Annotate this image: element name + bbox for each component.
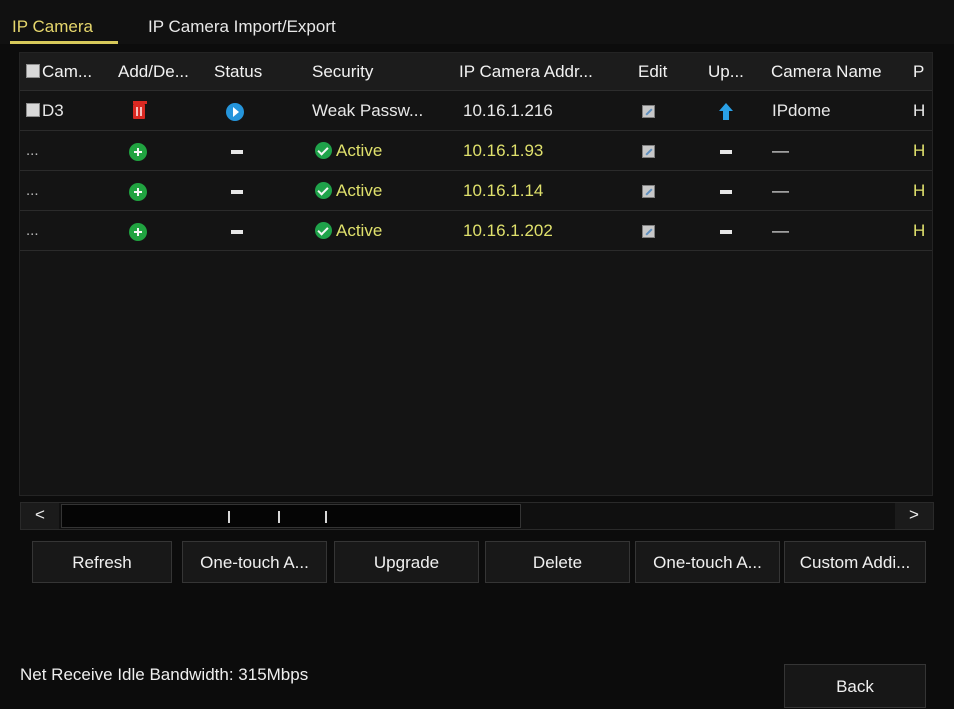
- refresh-button[interactable]: Refresh: [32, 541, 172, 583]
- scroll-grip: [228, 511, 230, 523]
- security-cell: Active: [315, 211, 456, 251]
- column-security[interactable]: Security: [312, 53, 459, 91]
- dash-icon: [720, 149, 732, 154]
- security-cell: Weak Passw...: [312, 101, 424, 120]
- edit-icon[interactable]: [642, 145, 655, 159]
- camera-cell: ...: [26, 222, 39, 239]
- ip-address-cell: 10.16.1.14: [463, 181, 544, 200]
- dash-icon: [231, 149, 243, 154]
- table-row[interactable]: ... Active 10.16.1.202 — H: [20, 211, 932, 251]
- tab-ip-camera-import-export[interactable]: IP Camera Import/Export: [148, 17, 336, 37]
- camera-name-cell: —: [772, 141, 789, 160]
- edit-icon-cell[interactable]: [642, 211, 664, 251]
- action-button-row: Refresh One-touch A... Upgrade Delete On…: [32, 541, 926, 583]
- add-icon[interactable]: [129, 142, 147, 161]
- protocol-cell: H: [913, 221, 926, 240]
- one-touch-add-button[interactable]: One-touch A...: [182, 541, 327, 583]
- edit-icon-cell[interactable]: [642, 171, 664, 211]
- delete-icon-cell[interactable]: [133, 91, 155, 131]
- camera-cell: ...: [26, 182, 39, 199]
- column-protocol[interactable]: P: [913, 53, 931, 91]
- dash-icon: [720, 229, 732, 234]
- table-row[interactable]: ... Active 10.16.1.14 — H: [20, 171, 932, 211]
- tab-ip-camera[interactable]: IP Camera: [12, 17, 93, 37]
- upgrade-icon-cell[interactable]: [718, 91, 740, 131]
- upgrade-button[interactable]: Upgrade: [334, 541, 479, 583]
- edit-icon[interactable]: [642, 105, 655, 119]
- dash-icon: [720, 189, 732, 194]
- add-icon-cell[interactable]: [129, 211, 153, 251]
- edit-icon-cell[interactable]: [642, 91, 664, 131]
- add-icon[interactable]: [129, 182, 147, 201]
- one-touch-activate-button[interactable]: One-touch A...: [635, 541, 780, 583]
- custom-adding-button[interactable]: Custom Addi...: [784, 541, 926, 583]
- camera-name-cell: IPdome: [772, 101, 831, 120]
- scroll-left-button[interactable]: <: [21, 503, 59, 529]
- camera-name-cell: —: [772, 181, 789, 200]
- play-icon: [226, 102, 244, 121]
- dash-icon: [231, 189, 243, 194]
- horizontal-scrollbar[interactable]: < >: [20, 502, 934, 530]
- row-checkbox[interactable]: [26, 103, 40, 117]
- active-tab-underline: [10, 41, 118, 44]
- active-check-icon: [315, 222, 332, 239]
- table-row[interactable]: D3 Weak Passw... 10.16.1.216 IPdome H: [20, 91, 932, 131]
- camera-cell: ...: [26, 142, 39, 159]
- protocol-cell: H: [913, 101, 926, 120]
- scroll-thumb[interactable]: [61, 504, 521, 528]
- scroll-grip: [278, 511, 280, 523]
- edit-icon-cell[interactable]: [642, 131, 664, 171]
- add-icon-cell[interactable]: [129, 131, 153, 171]
- column-camera[interactable]: Cam...: [26, 53, 118, 91]
- column-ip-camera-address[interactable]: IP Camera Addr...: [459, 53, 634, 91]
- security-cell: Active: [315, 171, 456, 211]
- scroll-grip: [325, 511, 327, 523]
- dash-icon: [231, 229, 243, 234]
- ip-address-cell: 10.16.1.202: [463, 221, 553, 240]
- protocol-cell: H: [913, 181, 926, 200]
- add-icon[interactable]: [129, 222, 147, 241]
- status-cell: [231, 171, 249, 211]
- net-receive-idle-bandwidth: Net Receive Idle Bandwidth: 315Mbps: [20, 665, 309, 684]
- trash-icon[interactable]: [133, 101, 147, 120]
- column-edit[interactable]: Edit: [638, 53, 702, 91]
- column-camera-name[interactable]: Camera Name: [771, 53, 911, 91]
- upgrade-icon[interactable]: [718, 102, 734, 121]
- upgrade-cell: [720, 211, 738, 251]
- scroll-right-button[interactable]: >: [895, 503, 933, 529]
- security-cell: Active: [315, 131, 456, 171]
- tab-bar: IP Camera IP Camera Import/Export: [0, 0, 954, 44]
- table-row[interactable]: ... Active 10.16.1.93 — H: [20, 131, 932, 171]
- table-header: Cam... Add/De... Status Security IP Came…: [20, 53, 932, 91]
- edit-icon[interactable]: [642, 185, 655, 199]
- upgrade-cell: [720, 131, 738, 171]
- camera-name-cell: —: [772, 221, 789, 240]
- status-cell: [231, 131, 249, 171]
- status-cell: [226, 91, 250, 131]
- edit-icon[interactable]: [642, 225, 655, 239]
- column-upgrade[interactable]: Up...: [708, 53, 764, 91]
- column-status[interactable]: Status: [214, 53, 306, 91]
- ip-address-cell: 10.16.1.93: [463, 141, 544, 160]
- add-icon-cell[interactable]: [129, 171, 153, 211]
- ip-camera-table: Cam... Add/De... Status Security IP Came…: [19, 52, 933, 496]
- delete-button[interactable]: Delete: [485, 541, 630, 583]
- protocol-cell: H: [913, 141, 926, 160]
- active-check-icon: [315, 182, 332, 199]
- ip-address-cell: 10.16.1.216: [463, 101, 553, 120]
- column-add-delete[interactable]: Add/De...: [118, 53, 214, 91]
- active-check-icon: [315, 142, 332, 159]
- status-cell: [231, 211, 249, 251]
- select-all-checkbox[interactable]: [26, 64, 40, 78]
- camera-cell: D3: [26, 91, 116, 131]
- upgrade-cell: [720, 171, 738, 211]
- back-button[interactable]: Back: [784, 664, 926, 708]
